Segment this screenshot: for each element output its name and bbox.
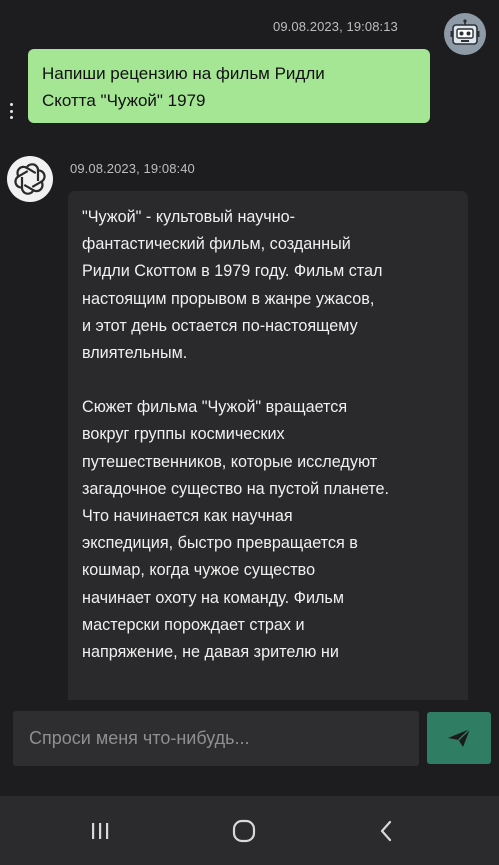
assistant-paragraph: Сюжет фильма "Чужой" вращается вокруг гр…: [82, 394, 452, 666]
openai-logo-icon: [14, 163, 46, 195]
recent-apps-button[interactable]: [80, 816, 120, 846]
user-message-line: Скотта "Чужой" 1979: [42, 91, 206, 110]
assistant-line: вокруг группы космических: [82, 425, 285, 444]
user-message-timestamp: 09.08.2023, 19:08:13: [273, 19, 398, 34]
assistant-line: загадочное существо на пустой планете.: [82, 479, 390, 498]
robot-icon: [450, 19, 480, 45]
composer: Спроси меня что-нибудь...: [0, 700, 499, 796]
assistant-line: фантастический фильм, созданный: [82, 235, 351, 254]
assistant-line: напряжение, не давая зрителю ни: [82, 643, 339, 662]
system-navigation-bar: [0, 796, 499, 865]
assistant-avatar: [7, 156, 53, 202]
send-icon: [448, 728, 471, 747]
assistant-paragraph: "Чужой" - культовый научно- фантастическ…: [82, 204, 452, 367]
home-icon: [232, 819, 256, 843]
assistant-line: мастерски порождает страх и: [82, 615, 305, 634]
assistant-line: и этот день остается по-настоящему: [82, 316, 358, 335]
user-avatar: [444, 13, 486, 55]
recent-apps-icon: [92, 823, 109, 839]
chat-screen: 09.08.2023, 19:08:13 Напиши рецензию на …: [0, 0, 499, 865]
more-vertical-icon[interactable]: [9, 103, 13, 119]
assistant-line: влиятельным.: [82, 344, 188, 363]
back-button[interactable]: [366, 816, 406, 846]
message-input[interactable]: Спроси меня что-нибудь...: [13, 711, 419, 766]
send-button[interactable]: [427, 712, 491, 764]
assistant-line: Сюжет фильма "Чужой" вращается: [82, 398, 348, 417]
assistant-line: "Чужой" - культовый научно-: [82, 208, 296, 226]
back-icon: [380, 820, 392, 842]
assistant-line: Что начинается как научная: [82, 507, 293, 526]
assistant-message-timestamp: 09.08.2023, 19:08:40: [70, 161, 195, 176]
assistant-line: кошмар, когда чужое существо: [82, 561, 316, 580]
chat-messages[interactable]: 09.08.2023, 19:08:13 Напиши рецензию на …: [0, 0, 499, 700]
user-message-bubble[interactable]: Напиши рецензию на фильм Ридли Скотта "Ч…: [28, 49, 430, 123]
assistant-line: путешественников, которые исследуют: [82, 452, 378, 471]
assistant-message-bubble[interactable]: "Чужой" - культовый научно- фантастическ…: [68, 191, 468, 700]
assistant-line: начинает охоту на команду. Фильм: [82, 588, 344, 607]
assistant-line: экспедиция, быстро превращается в: [82, 534, 358, 553]
assistant-line: настоящим прорывом в жанре ужасов,: [82, 289, 375, 308]
user-message-line: Напиши рецензию на фильм Ридли: [42, 64, 325, 83]
home-button[interactable]: [224, 816, 264, 846]
assistant-line: Ридли Скоттом в 1979 году. Фильм стал: [82, 262, 383, 281]
